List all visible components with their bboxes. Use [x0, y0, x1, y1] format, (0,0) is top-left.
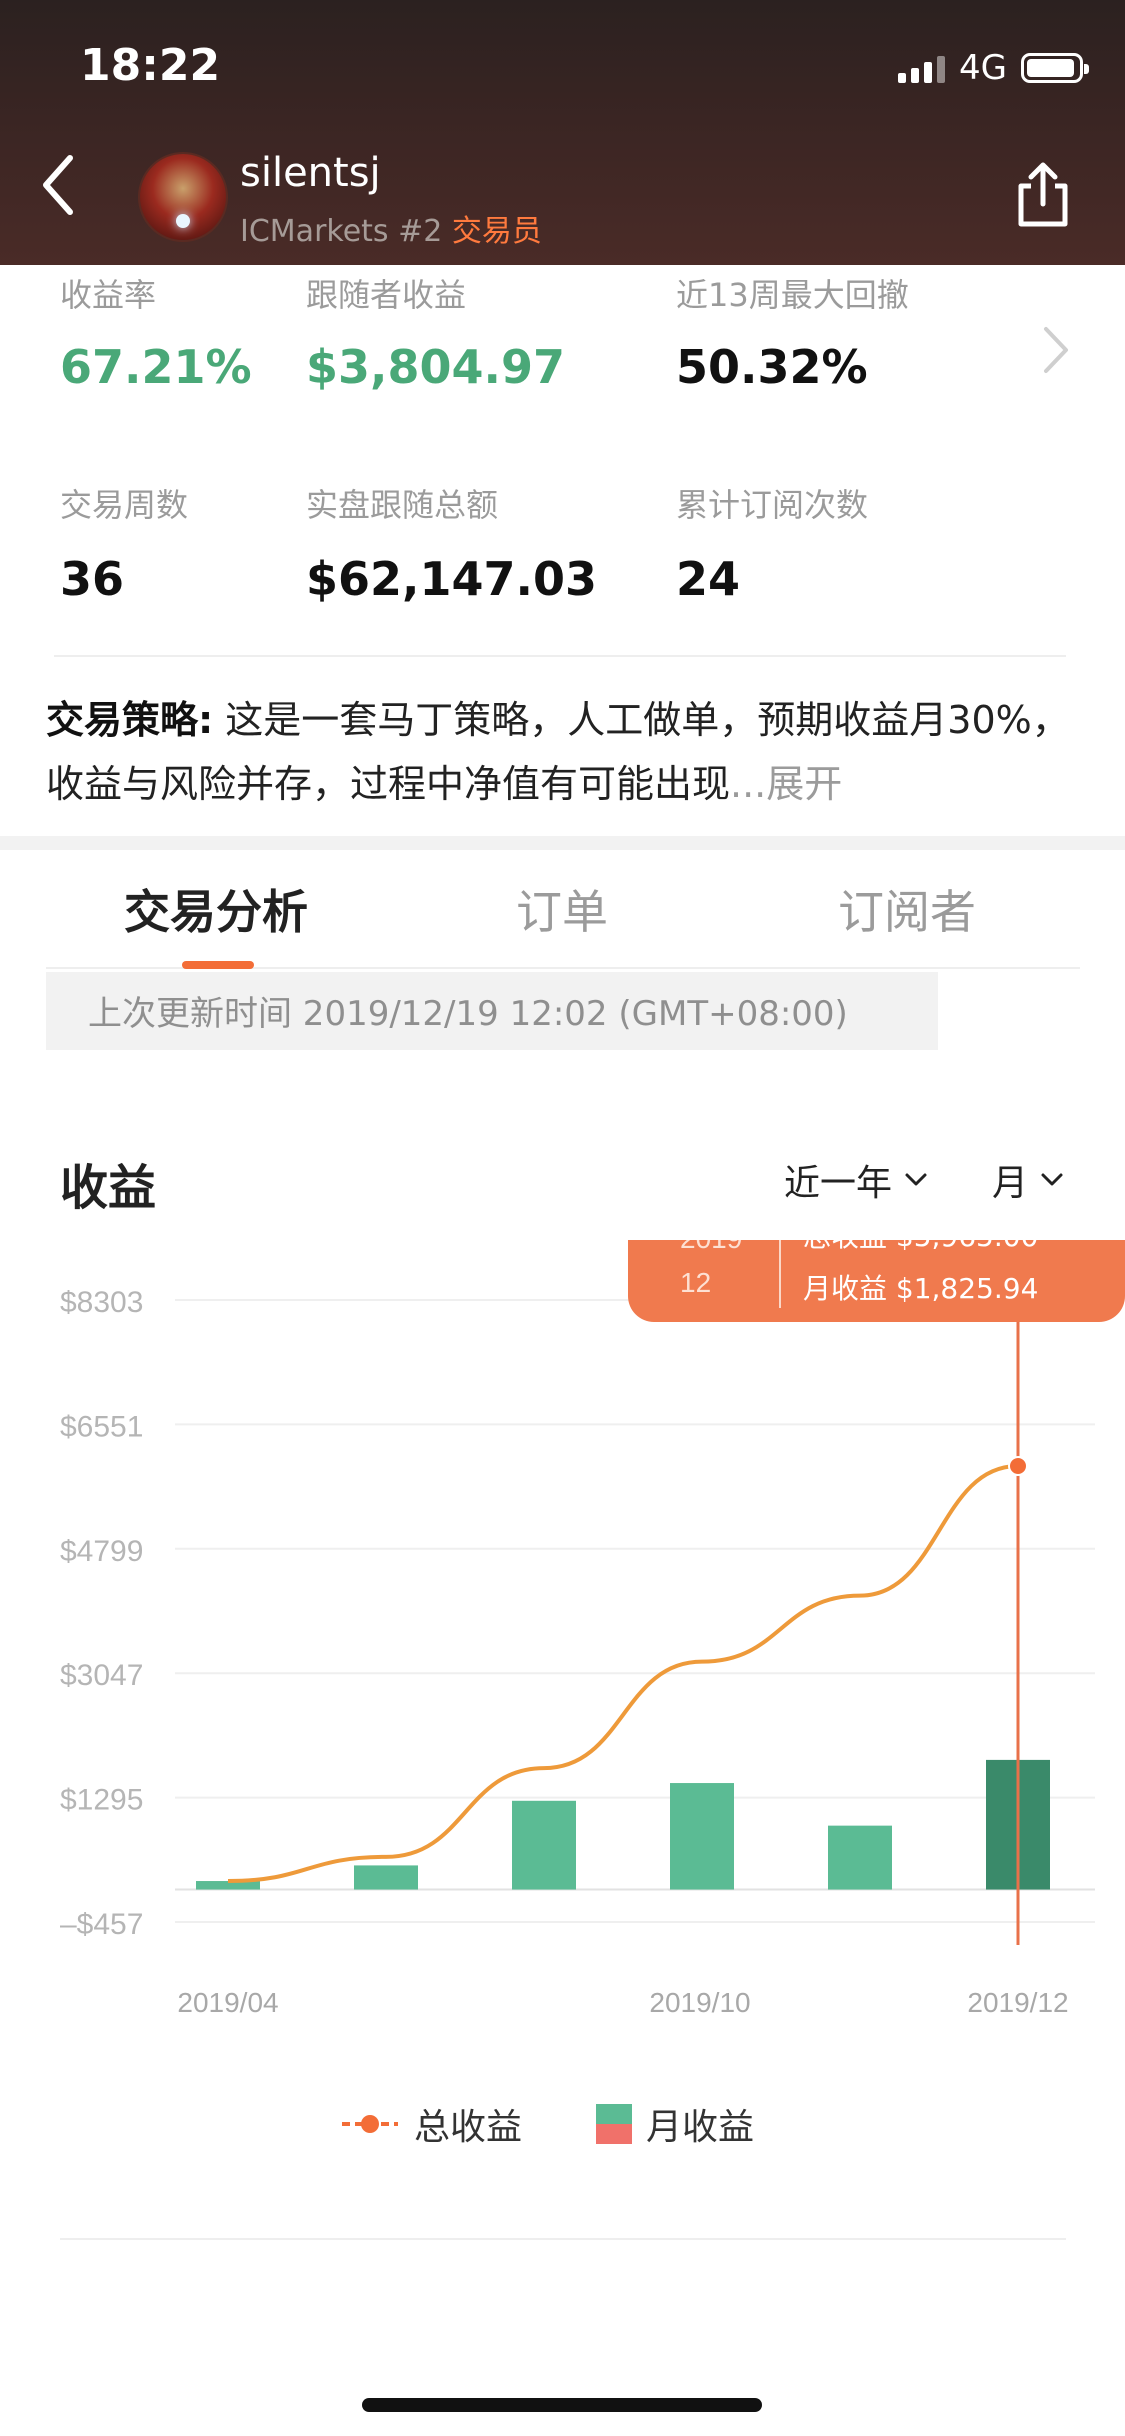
- legend-monthly[interactable]: 月收益: [596, 2098, 754, 2150]
- stat-value-max-drawdown: 50.32%: [676, 340, 868, 394]
- period-dropdown-label: 月: [992, 1163, 1029, 1204]
- signal-icon: [898, 53, 946, 83]
- monthly-profit-bar[interactable]: [354, 1865, 418, 1890]
- y-tick-label: $1295: [60, 1784, 143, 1817]
- username: silentsj: [240, 150, 381, 196]
- y-tick-label: $3047: [60, 1659, 143, 1692]
- x-tick-label: 2019/04: [177, 1987, 278, 2018]
- profit-chart[interactable]: $8303 $6551 $4799 $3047 $1295 –$457 2019 12 总收益 …: [0, 1240, 1125, 2060]
- stat-label-follower-profit: 跟随者收益: [306, 276, 467, 314]
- selected-point[interactable]: [1008, 1456, 1028, 1477]
- stat-label-follow-total: 实盘跟随总额: [306, 486, 499, 524]
- status-time: 18:22: [80, 40, 221, 91]
- update-time-bar: 上次更新时间 2019/12/19 12:02 (GMT+08:00): [46, 972, 938, 1050]
- battery-icon: [1021, 53, 1089, 83]
- divider: [60, 2238, 1066, 2240]
- broker-line: ICMarkets #2 交易员: [240, 206, 542, 250]
- stat-label-return: 收益率: [60, 276, 157, 314]
- tooltip-month: 12: [680, 1267, 711, 1298]
- range-dropdown[interactable]: 近一年: [784, 1154, 928, 1206]
- stat-label-max-drawdown: 近13周最大回撤: [676, 276, 909, 314]
- tooltip-monthly: 月收益 $1,825.94: [803, 1272, 1038, 1305]
- legend-total[interactable]: 总收益: [340, 2098, 522, 2150]
- chevron-right-icon[interactable]: [1040, 325, 1070, 375]
- y-tick-label: $6551: [60, 1410, 143, 1443]
- bar-swatch-icon: [596, 2104, 632, 2144]
- strategy-text[interactable]: 交易策略: 这是一套马丁策略，人工做单，预期收益月30%，收益与风险并存，过程中…: [46, 688, 1076, 816]
- avatar[interactable]: [138, 152, 228, 242]
- chart-legend: 总收益 月收益: [0, 2098, 1125, 2158]
- y-tick-label: $4799: [60, 1535, 143, 1568]
- chevron-down-icon: [1041, 1173, 1063, 1186]
- stat-value-return: 67.21%: [60, 340, 252, 394]
- monthly-profit-bar[interactable]: [670, 1783, 734, 1890]
- tab-active-indicator: [182, 961, 254, 969]
- home-indicator[interactable]: [362, 2398, 762, 2412]
- legend-total-label: 总收益: [414, 2107, 523, 2148]
- tooltip-year: 2019: [680, 1240, 742, 1254]
- header: 18:22 4G silentsj ICMarkets #2 交易员: [0, 0, 1125, 265]
- stat-value-follower-profit: $3,804.97: [306, 340, 565, 394]
- tab-trade-analysis[interactable]: 交易分析: [124, 876, 308, 942]
- update-time-text: 上次更新时间 2019/12/19 12:02 (GMT+08:00): [88, 994, 848, 1034]
- stat-value-subscriptions: 24: [676, 552, 741, 606]
- tab-orders[interactable]: 订单: [516, 876, 608, 942]
- tooltip-total: 总收益 $5,965.00: [803, 1240, 1038, 1253]
- stat-label-subscriptions: 累计订阅次数: [676, 486, 869, 524]
- monthly-profit-bar[interactable]: [512, 1800, 576, 1890]
- y-tick-label: $8303: [60, 1286, 143, 1319]
- stat-value-follow-total: $62,147.03: [306, 552, 598, 606]
- x-tick-label: 2019/12: [967, 1987, 1068, 2018]
- y-tick-label: –$457: [60, 1908, 143, 1941]
- x-tick-label: 2019/10: [649, 1987, 750, 2018]
- line-marker-icon: [342, 2115, 398, 2133]
- status-indicators: 4G: [898, 48, 1089, 88]
- period-dropdown[interactable]: 月: [992, 1154, 1064, 1206]
- range-dropdown-label: 近一年: [784, 1163, 893, 1204]
- strategy-ellipsis: ...: [730, 762, 767, 806]
- stat-label-weeks: 交易周数: [60, 486, 189, 524]
- share-icon[interactable]: [1013, 160, 1073, 230]
- stat-value-weeks: 36: [60, 552, 125, 606]
- chevron-down-icon: [905, 1173, 927, 1186]
- tab-subscribers[interactable]: 订阅者: [838, 876, 976, 942]
- strategy-label: 交易策略:: [46, 698, 214, 742]
- section-separator: [0, 836, 1125, 850]
- broker-label: ICMarkets #2: [240, 214, 443, 249]
- expand-link[interactable]: 展开: [766, 762, 842, 806]
- back-arrow-icon[interactable]: [38, 150, 78, 220]
- network-label: 4G: [959, 48, 1007, 88]
- role-badge: 交易员: [451, 214, 542, 249]
- monthly-profit-bar[interactable]: [828, 1825, 892, 1890]
- legend-monthly-label: 月收益: [646, 2107, 755, 2148]
- chart-title: 收益: [60, 1160, 157, 1216]
- divider: [54, 655, 1066, 657]
